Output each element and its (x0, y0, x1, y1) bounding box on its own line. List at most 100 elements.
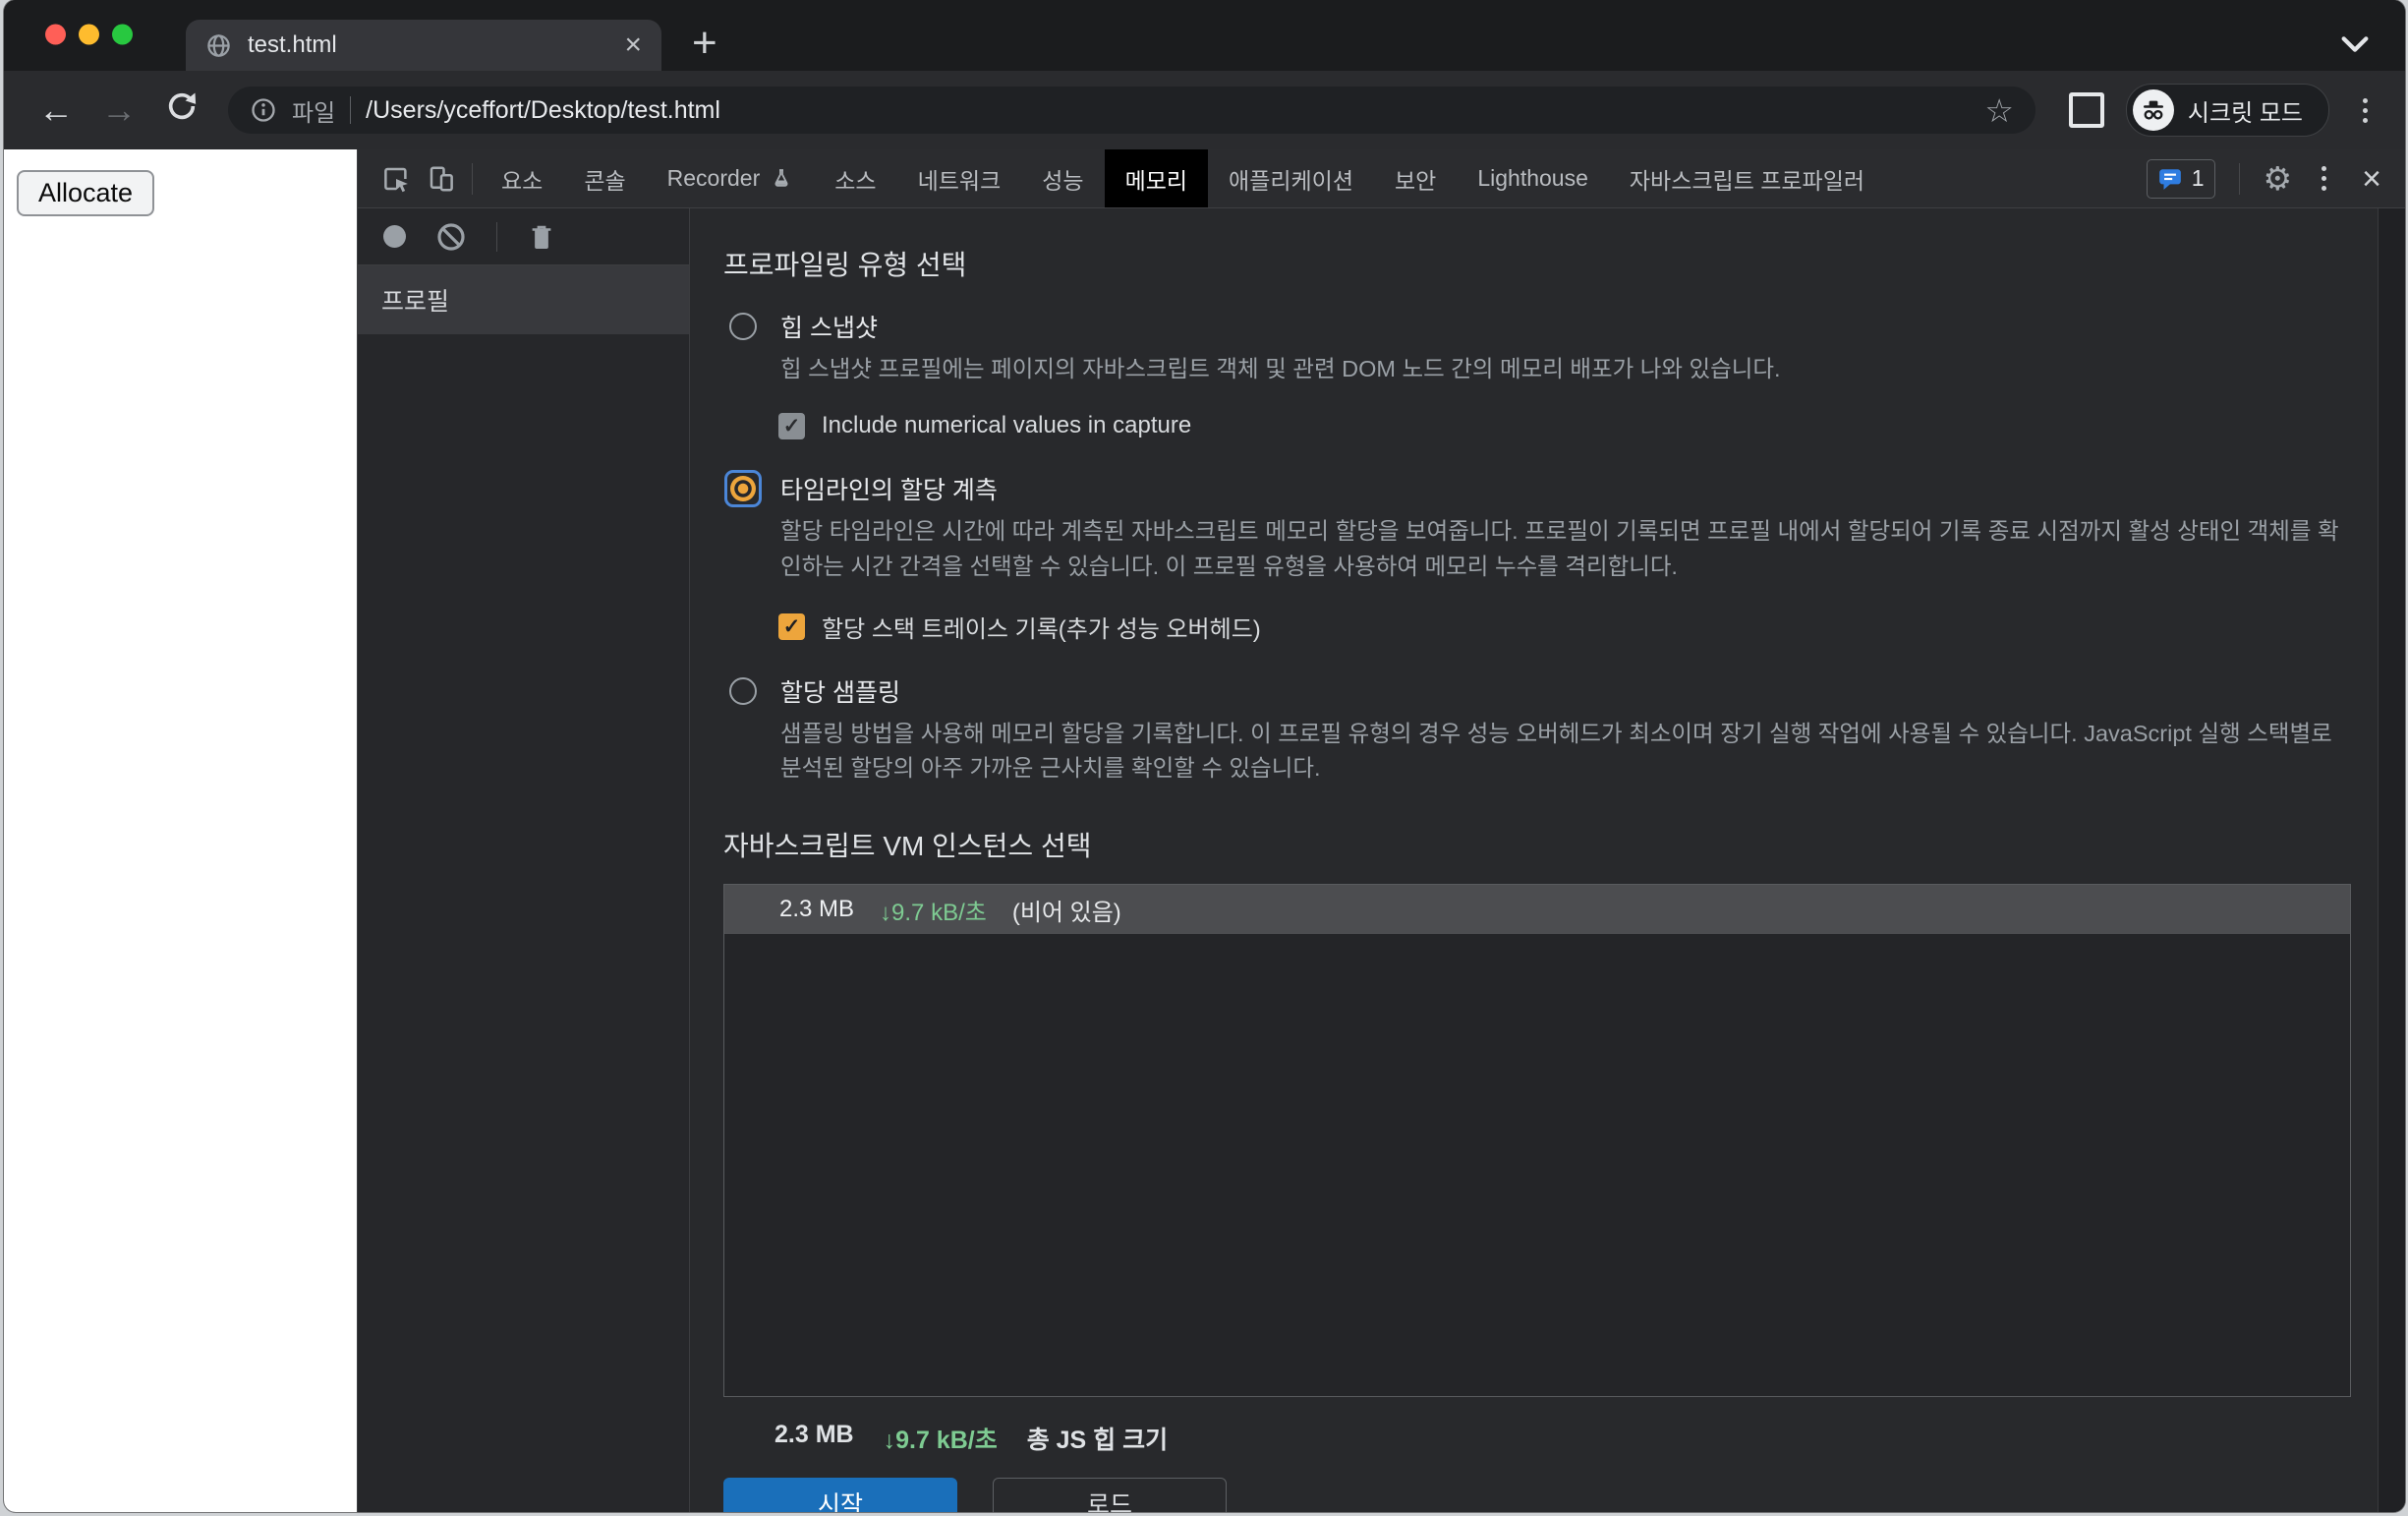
browser-tab[interactable]: test.html × (186, 20, 661, 71)
sidebar-item-profiles[interactable]: 프로필 (358, 265, 689, 334)
total-heap-size: 2.3 MB (774, 1421, 854, 1449)
back-button[interactable]: ← (28, 89, 85, 131)
tab-application[interactable]: 애플리케이션 (1208, 149, 1374, 207)
tab-performance[interactable]: 성능 (1021, 149, 1104, 207)
vm-instances-table: 2.3 MB ↓9.7 kB/초 (비어 있음) (723, 884, 2351, 1398)
vm-heap-size: 2.3 MB (779, 896, 855, 923)
option-description: 힙 스냅샷 프로필에는 페이지의 자바스크립트 객체 및 관련 DOM 노드 간… (780, 356, 1781, 381)
option-label: 타임라인의 할당 계측 (780, 477, 998, 505)
start-button[interactable]: 시작 (723, 1478, 957, 1512)
tab-js-profiler[interactable]: 자바스크립트 프로파일러 (1609, 149, 1885, 207)
numeric-values-checkbox-row[interactable]: ✓ Include numerical values in capture (778, 412, 2351, 439)
traffic-lights (45, 24, 133, 45)
scrollbar-gutter[interactable] (2378, 208, 2405, 1512)
tab-recorder[interactable]: Recorder (647, 149, 815, 207)
option-description: 할당 타임라인은 시간에 따라 계측된 자바스크립트 메모리 할당을 보여줍니다… (780, 518, 2339, 579)
profiles-sidebar: 프로필 (358, 208, 690, 1512)
checkbox-label: Include numerical values in capture (822, 412, 1192, 439)
file-scheme-chip: 파일 (292, 99, 336, 127)
devtools-close-icon[interactable]: × (2356, 162, 2387, 196)
info-icon[interactable] (250, 96, 277, 124)
browser-menu-button[interactable] (2349, 97, 2381, 123)
omnibox-divider (350, 96, 352, 124)
new-tab-button[interactable]: + (692, 22, 717, 65)
minimize-window-button[interactable] (79, 24, 99, 45)
web-page: Allocate (4, 149, 357, 1512)
clear-profiles-icon[interactable] (435, 221, 467, 253)
option-allocation-sampling[interactable]: 할당 샘플링 (723, 671, 2351, 711)
toolbar-divider (2238, 162, 2240, 195)
zoom-window-button[interactable] (112, 24, 133, 45)
issues-count: 1 (2191, 165, 2205, 191)
vm-instance-note: (비어 있음) (1011, 899, 1121, 926)
load-button[interactable]: 로드 (993, 1478, 1227, 1512)
devtools-toolbar-right: 1 ⚙ × (2146, 158, 2405, 199)
tab-recorder-label: Recorder (666, 165, 761, 191)
tab-search-chevron-icon[interactable] (2338, 33, 2372, 55)
toolbar-divider (496, 221, 497, 252)
profiles-label: 프로필 (381, 288, 450, 316)
profiling-type-heading: 프로파일링 유형 선택 (723, 250, 967, 280)
action-buttons: 시작 로드 (723, 1478, 2351, 1512)
bookmark-star-icon[interactable]: ☆ (1984, 94, 2014, 127)
devtools-panel: 요소 콘솔 Recorder 소스 네트워크 성능 메모리 애플리케이션 보안 … (357, 149, 2405, 1512)
close-window-button[interactable] (45, 24, 66, 45)
profiles-toolbar (358, 208, 689, 265)
option-heap-snapshot[interactable]: 힙 스냅샷 (723, 307, 2351, 346)
inspect-element-icon[interactable] (373, 164, 419, 194)
devtools-menu-button[interactable] (2308, 166, 2340, 191)
trash-icon[interactable] (527, 221, 556, 253)
tab-strip: test.html × + (4, 0, 2405, 71)
issues-bubble-icon (2158, 168, 2181, 190)
vm-instance-row-selected[interactable]: 2.3 MB ↓9.7 kB/초 (비어 있음) (724, 885, 2350, 935)
checkbox-checked-icon[interactable]: ✓ (778, 412, 805, 439)
tab-security[interactable]: 보안 (1374, 149, 1457, 207)
vm-instances-heading: 자바스크립트 VM 인스턴스 선택 (723, 831, 1092, 862)
option-label: 힙 스냅샷 (780, 315, 878, 342)
tab-title: test.html (248, 31, 337, 58)
incognito-icon (2132, 89, 2174, 131)
option-description: 샘플링 방법을 사용해 메모리 할당을 기록합니다. 이 프로필 유형의 경우 … (780, 720, 2332, 781)
total-heap-row: 2.3 MB ↓9.7 kB/초 총 JS 힙 크기 (723, 1421, 2351, 1456)
checkbox-label: 할당 스택 트레이스 기록(추가 성능 오버헤드) (822, 615, 1261, 643)
forward-button[interactable]: → (90, 89, 147, 131)
reload-button[interactable] (153, 89, 210, 132)
radio-heap-snapshot[interactable] (729, 313, 757, 340)
tab-memory[interactable]: 메모리 (1104, 149, 1209, 207)
side-panel-icon[interactable] (2068, 92, 2104, 128)
allocate-button[interactable]: Allocate (17, 170, 155, 216)
browser-window: test.html × + ← → 파일 /Users/yceffort/Des… (4, 0, 2405, 1512)
total-heap-rate: ↓9.7 kB/초 (883, 1427, 998, 1455)
screenshot-stage: test.html × + ← → 파일 /Users/yceffort/Des… (0, 0, 2408, 1516)
checkbox-checked-icon[interactable]: ✓ (778, 612, 805, 640)
devtools-tab-bar: 요소 콘솔 Recorder 소스 네트워크 성능 메모리 애플리케이션 보안 … (358, 149, 2405, 208)
record-profile-button[interactable] (383, 225, 406, 248)
tab-lighthouse[interactable]: Lighthouse (1457, 149, 1609, 207)
radio-allocation-sampling[interactable] (729, 676, 757, 705)
incognito-label: 시크릿 모드 (2187, 99, 2303, 127)
flask-icon (774, 168, 788, 187)
tab-close-icon[interactable]: × (624, 30, 642, 60)
address-bar[interactable]: 파일 /Users/yceffort/Desktop/test.html ☆ (228, 87, 2035, 134)
stack-trace-checkbox-row[interactable]: ✓ 할당 스택 트레이스 기록(추가 성능 오버헤드) (778, 610, 2351, 644)
tab-sources[interactable]: 소스 (814, 149, 896, 207)
option-label: 할당 샘플링 (780, 678, 900, 707)
globe-icon (207, 33, 230, 57)
incognito-badge: 시크릿 모드 (2125, 84, 2329, 137)
device-toolbar-icon[interactable] (419, 164, 464, 194)
option-allocation-timeline[interactable]: 타임라인의 할당 계측 (723, 469, 2351, 508)
browser-toolbar: ← → 파일 /Users/yceffort/Desktop/test.html… (4, 71, 2405, 149)
memory-panel: 프로파일링 유형 선택 힙 스냅샷 힙 스냅샷 프로필에는 페이지의 자바스크립… (690, 208, 2405, 1512)
issues-counter[interactable]: 1 (2146, 158, 2215, 199)
settings-gear-icon[interactable]: ⚙ (2264, 162, 2293, 195)
tab-console[interactable]: 콘솔 (563, 149, 646, 207)
url-text[interactable]: /Users/yceffort/Desktop/test.html (366, 96, 1970, 125)
toolbar-divider (472, 162, 473, 195)
reload-icon (168, 92, 197, 119)
content-area: Allocate 요소 콘솔 Recorder 소스 네트워크 성능 메모리 애… (4, 149, 2405, 1512)
radio-allocation-timeline-selected[interactable] (724, 470, 762, 508)
devtools-body: 프로필 프로파일링 유형 선택 힙 스냅샷 힙 스냅샷 프로필에는 페이지의 자… (358, 208, 2405, 1512)
tab-elements[interactable]: 요소 (481, 149, 563, 207)
vm-heap-rate: ↓9.7 kB/초 (880, 899, 987, 926)
tab-network[interactable]: 네트워크 (897, 149, 1022, 207)
